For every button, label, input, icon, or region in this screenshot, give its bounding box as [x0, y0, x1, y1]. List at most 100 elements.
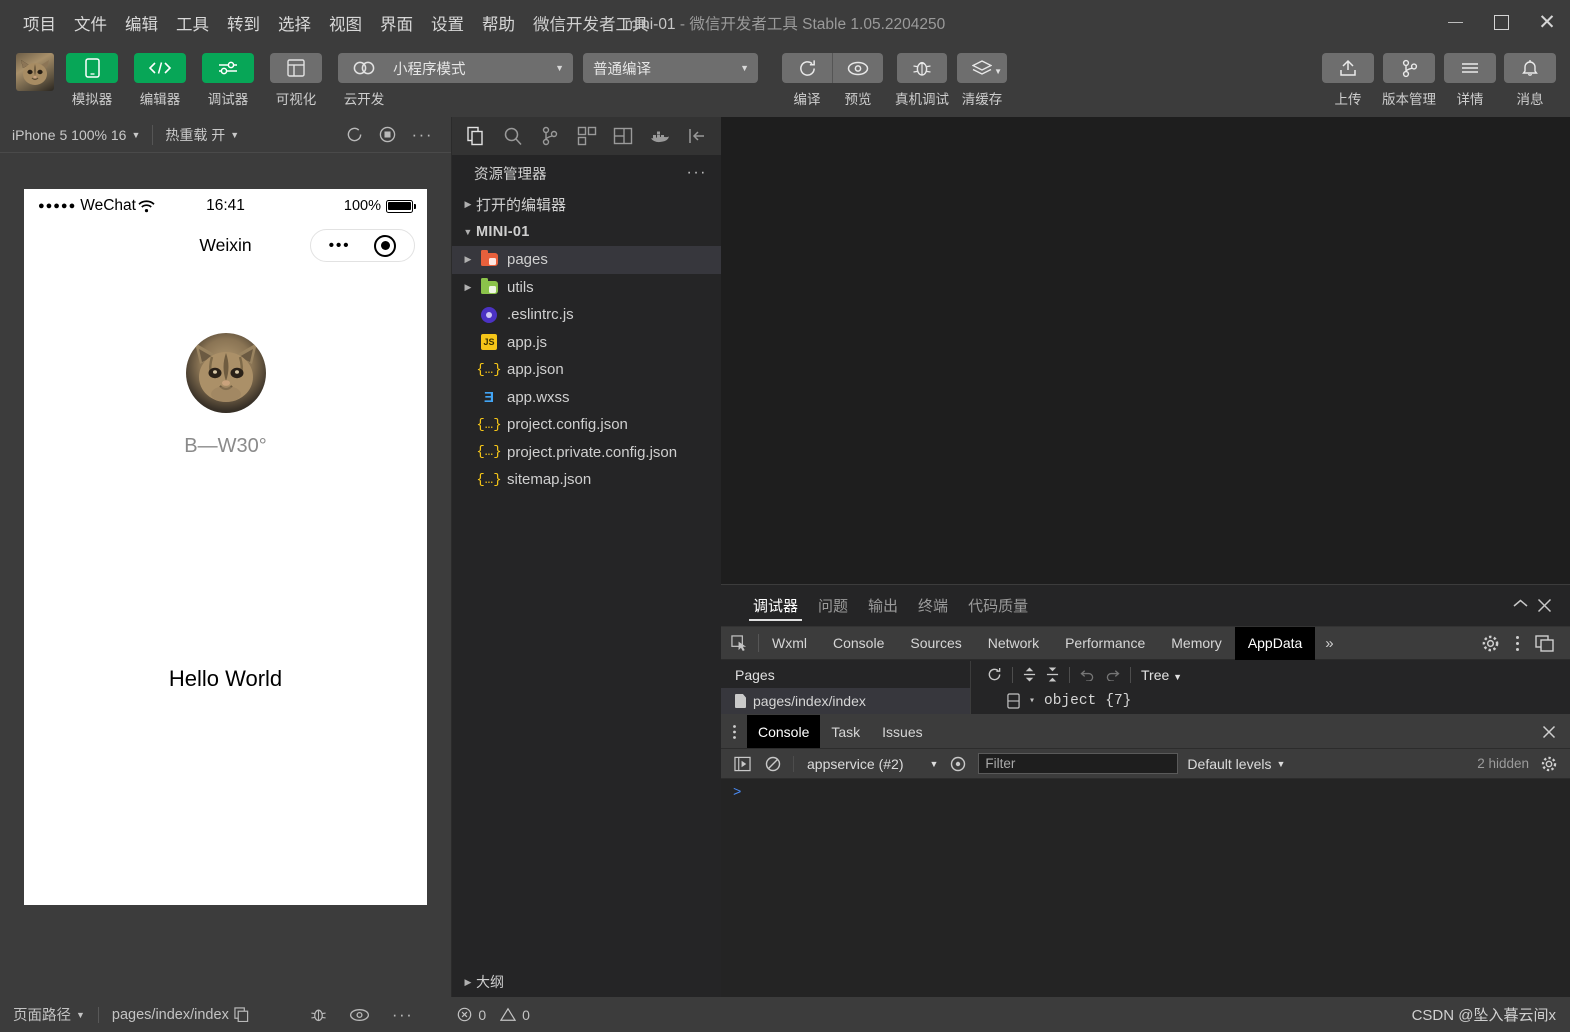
- simulator-stop-icon[interactable]: [379, 126, 396, 143]
- clear-console-icon[interactable]: [762, 753, 784, 775]
- live-expression-icon[interactable]: [947, 753, 969, 775]
- file-tree-item-eslintrc[interactable]: .eslintrc.js: [452, 301, 721, 329]
- tab-output[interactable]: 输出: [858, 585, 908, 627]
- toolbar-visual-button[interactable]: 可视化: [266, 53, 326, 108]
- close-icon[interactable]: [1537, 598, 1552, 613]
- copy-icon[interactable]: [234, 1007, 249, 1022]
- hot-reload-select[interactable]: 热重载 开 ▼: [153, 125, 251, 145]
- toolbar-real-device-debug-button[interactable]: 真机调试: [895, 53, 949, 108]
- kebab-menu-icon[interactable]: [1509, 635, 1526, 652]
- problems-summary[interactable]: 0 0: [413, 1007, 530, 1023]
- tab-debugger[interactable]: 调试器: [743, 585, 808, 627]
- simulator-refresh-icon[interactable]: [346, 126, 363, 143]
- menu-item-settings[interactable]: 设置: [422, 7, 473, 39]
- console-output-area[interactable]: >: [721, 779, 1570, 997]
- appdata-refresh-icon[interactable]: [987, 667, 1002, 682]
- tab-problems[interactable]: 问题: [808, 585, 858, 627]
- phone-simulator[interactable]: ●●●●● WeChat 16:41 100% Weixin ••• B—W30…: [24, 189, 427, 905]
- inspect-element-icon[interactable]: [721, 627, 758, 660]
- dock-side-icon[interactable]: [1529, 634, 1560, 652]
- tab-code-quality[interactable]: 代码质量: [958, 585, 1038, 627]
- minimize-button[interactable]: [1432, 0, 1478, 45]
- collapse-icon[interactable]: [678, 117, 715, 155]
- app-mode-select[interactable]: 小程序模式 ▼: [383, 53, 573, 83]
- execute-icon[interactable]: [731, 753, 753, 775]
- menu-item-select[interactable]: 选择: [269, 7, 320, 39]
- console-filter-input[interactable]: Filter: [978, 753, 1179, 774]
- close-target-icon[interactable]: [374, 234, 397, 257]
- wechat-capsule-button[interactable]: •••: [310, 229, 415, 262]
- status-more-icon[interactable]: ···: [392, 1005, 413, 1025]
- eye-icon[interactable]: [349, 1008, 370, 1022]
- console-context-select[interactable]: appservice (#2) ▼: [803, 756, 938, 772]
- search-icon[interactable]: [495, 117, 532, 155]
- appdata-redo-icon[interactable]: [1105, 668, 1120, 681]
- devtools-tab-performance[interactable]: Performance: [1052, 627, 1158, 660]
- appdata-root-node[interactable]: ▾ object {7}: [971, 688, 1570, 714]
- console-prompt[interactable]: >: [721, 779, 1570, 801]
- settings-gear-icon[interactable]: [1475, 635, 1506, 652]
- file-tree-item-app-js[interactable]: JS app.js: [452, 329, 721, 357]
- toolbar-details-button[interactable]: 详情: [1444, 53, 1496, 108]
- appdata-page-item[interactable]: pages/index/index: [721, 688, 970, 714]
- menu-item-interface[interactable]: 界面: [371, 7, 422, 39]
- devtools-tab-console[interactable]: Console: [820, 627, 897, 660]
- devtools-tab-appdata[interactable]: AppData: [1234, 626, 1316, 660]
- drawer-tab-task[interactable]: Task: [820, 715, 871, 748]
- menu-item-file[interactable]: 文件: [65, 7, 116, 39]
- devtools-tab-wxml[interactable]: Wxml: [759, 627, 820, 660]
- console-settings-gear-icon[interactable]: [1538, 753, 1560, 775]
- file-tree-item-project-config[interactable]: {…} project.config.json: [452, 411, 721, 439]
- menu-item-help[interactable]: 帮助: [473, 7, 524, 39]
- devtools-tab-network[interactable]: Network: [975, 627, 1052, 660]
- simulator-more-icon[interactable]: ···: [412, 125, 433, 145]
- close-drawer-icon[interactable]: [1542, 725, 1570, 739]
- toolbar-simulator-button[interactable]: 模拟器: [62, 53, 122, 108]
- toolbar-messages-button[interactable]: 消息: [1504, 53, 1556, 108]
- file-tree-item-sitemap[interactable]: {…} sitemap.json: [452, 466, 721, 494]
- close-button[interactable]: ✕: [1524, 0, 1570, 45]
- files-icon[interactable]: [458, 117, 495, 155]
- devtools-more-tabs-icon[interactable]: »: [1315, 635, 1343, 652]
- docker-icon[interactable]: [642, 117, 679, 155]
- file-tree-item-pages[interactable]: ▶ pages: [452, 246, 721, 274]
- file-tree-item-app-wxss[interactable]: Ǝ app.wxss: [452, 384, 721, 412]
- compile-mode-select[interactable]: 普通编译 ▼: [583, 53, 758, 83]
- kebab-menu-icon[interactable]: [721, 724, 747, 740]
- drawer-tab-issues[interactable]: Issues: [871, 715, 933, 748]
- explorer-more-icon[interactable]: ···: [687, 164, 707, 182]
- toolbar-upload-button[interactable]: 上传: [1322, 53, 1374, 108]
- source-control-icon[interactable]: [531, 117, 568, 155]
- file-tree-item-utils[interactable]: ▶ utils: [452, 274, 721, 302]
- tab-terminal[interactable]: 终端: [908, 585, 958, 627]
- section-project[interactable]: ▼ MINI-01: [452, 219, 721, 247]
- devtools-tab-memory[interactable]: Memory: [1158, 627, 1235, 660]
- device-select[interactable]: iPhone 5 100% 16 ▼: [0, 127, 152, 143]
- user-avatar-large[interactable]: [185, 333, 266, 413]
- appdata-view-mode-select[interactable]: Tree ▼: [1141, 667, 1182, 683]
- devtools-tab-sources[interactable]: Sources: [897, 627, 974, 660]
- extensions-icon[interactable]: [568, 117, 605, 155]
- maximize-button[interactable]: [1478, 0, 1524, 45]
- appdata-undo-icon[interactable]: [1080, 668, 1095, 681]
- menu-item-tools[interactable]: 工具: [167, 7, 218, 39]
- appdata-expand-all-icon[interactable]: [1023, 667, 1036, 682]
- chevron-up-icon[interactable]: [1512, 598, 1529, 613]
- toolbar-editor-button[interactable]: 编辑器: [130, 53, 190, 108]
- menu-item-edit[interactable]: 编辑: [116, 7, 167, 39]
- section-open-editors[interactable]: ▶ 打开的编辑器: [452, 191, 721, 219]
- toolbar-preview-button[interactable]: 预览: [833, 53, 883, 108]
- page-path-select[interactable]: 页面路径 ▼: [0, 1004, 98, 1025]
- menu-item-goto[interactable]: 转到: [218, 7, 269, 39]
- file-tree-item-app-json[interactable]: {…} app.json: [452, 356, 721, 384]
- toolbar-version-control-button[interactable]: 版本管理: [1382, 53, 1436, 108]
- menu-item-project[interactable]: 项目: [14, 7, 65, 39]
- current-page-path[interactable]: pages/index/index: [99, 1007, 262, 1023]
- toolbar-debugger-button[interactable]: 调试器: [198, 53, 258, 108]
- toolbar-clear-cache-button[interactable]: ▼ 清缓存: [957, 53, 1007, 108]
- toolbar-compile-button[interactable]: 编译: [782, 53, 832, 108]
- console-levels-select[interactable]: Default levels ▼: [1187, 756, 1285, 772]
- section-outline[interactable]: ▶ 大纲: [452, 967, 721, 997]
- chevron-down-icon[interactable]: ▾: [1029, 695, 1035, 707]
- user-avatar[interactable]: [16, 53, 54, 91]
